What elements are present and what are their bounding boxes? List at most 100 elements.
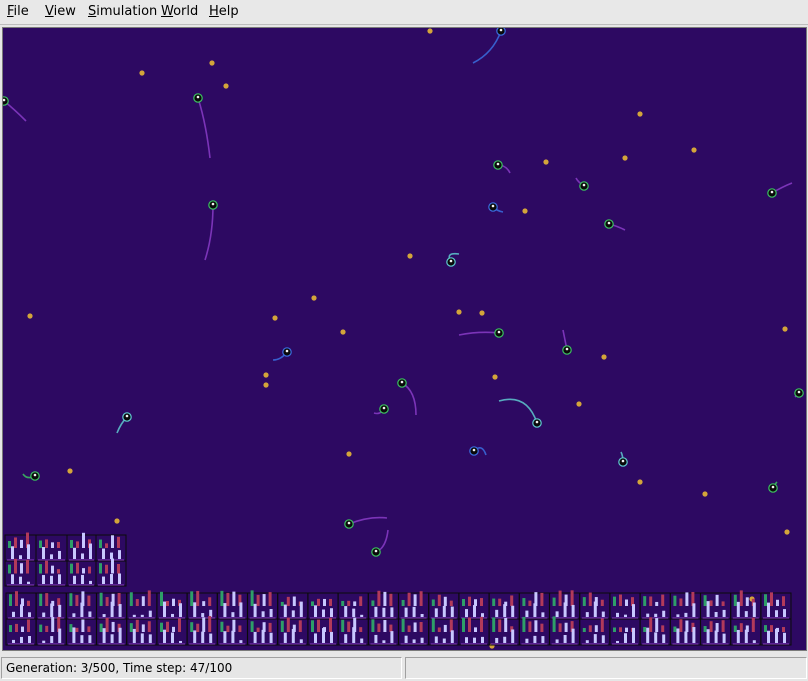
panel-bar [360, 638, 364, 643]
menu-file-label: ile [13, 4, 29, 19]
panel-bar [676, 614, 680, 617]
agent-trail [197, 97, 211, 159]
panel-bar [299, 601, 303, 617]
panel-bar [571, 604, 575, 617]
panel-bar [147, 621, 151, 632]
panel-bar [359, 596, 363, 606]
panel-bar [492, 598, 496, 606]
menu-file[interactable]: File [7, 4, 29, 20]
panel-bar [437, 627, 441, 632]
status-text: Generation: 3/500, Time step: 47/100 [6, 661, 233, 675]
food-pellet [346, 451, 352, 457]
menu-simulation[interactable]: Simulation [88, 4, 157, 20]
panel-bar [28, 635, 31, 643]
panel-bar [163, 629, 166, 643]
panel-bar [253, 631, 257, 643]
panel-bar [87, 595, 91, 606]
panel-bar [462, 617, 465, 632]
panel-bar [19, 555, 22, 559]
agent-eye [33, 473, 37, 477]
agent-eye [491, 204, 495, 208]
panel-bar [99, 539, 102, 548]
panel-bar [498, 619, 502, 632]
panel-bar [105, 617, 109, 632]
panel-bar [616, 640, 619, 643]
panel-bar [522, 598, 526, 606]
brain-panel [156, 618, 188, 646]
panel-bar [80, 635, 84, 643]
panel-bar [655, 618, 659, 632]
panel-bar [555, 611, 559, 617]
panel-bar [102, 576, 105, 584]
panel-bar [419, 621, 423, 632]
brain-panel [549, 590, 581, 620]
menu-view[interactable]: View [45, 4, 76, 20]
panel-bar [42, 575, 45, 584]
panel-bar [767, 630, 770, 643]
menu-world-mnemonic: W [161, 4, 174, 19]
panel-bar [45, 539, 48, 548]
menu-help[interactable]: Help [209, 4, 239, 20]
panel-bar [714, 630, 718, 643]
panel-bar [733, 625, 737, 632]
panel-bar [571, 628, 575, 643]
panel-bar [473, 605, 476, 617]
agent-eye [771, 485, 775, 489]
brain-panel [398, 618, 430, 646]
panel-bar [649, 596, 653, 606]
panel-bar [166, 600, 169, 606]
agent-eye [400, 380, 404, 384]
panel-bar [706, 601, 710, 617]
brain-panel [730, 617, 762, 646]
panel-bar [110, 552, 113, 559]
panel-bar [269, 632, 273, 643]
panel-bar [141, 624, 145, 632]
food-pellet [139, 70, 145, 76]
panel-bar [649, 617, 653, 632]
panel-bar [449, 600, 453, 606]
panel-bar [238, 625, 242, 632]
panel-bar [347, 600, 351, 606]
panel-bar [239, 640, 243, 643]
panel-bar [58, 574, 61, 584]
panel-bar [135, 619, 139, 632]
brain-panel [337, 617, 369, 646]
panel-bar [770, 625, 773, 632]
brain-panel [609, 592, 641, 620]
brain-panel [277, 592, 309, 620]
panel-bar [45, 625, 49, 632]
brain-panel [35, 534, 68, 562]
panel-bar [50, 603, 54, 617]
simulation-canvas[interactable] [2, 27, 807, 651]
panel-bar [570, 590, 574, 606]
panel-bar [147, 590, 151, 606]
panel-bar [625, 627, 628, 632]
panel-bar [39, 624, 43, 632]
brain-panel [700, 618, 732, 646]
panel-bar [360, 614, 364, 617]
panel-bar [99, 563, 102, 574]
brain-panel [156, 591, 188, 620]
panel-bar [291, 628, 295, 643]
panel-bar [20, 563, 23, 574]
panel-bar [643, 596, 647, 606]
food-pellet [622, 155, 628, 161]
panel-bar [377, 623, 381, 632]
panel-bar [253, 603, 257, 617]
panel-bar [88, 635, 92, 643]
panel-bar [745, 597, 749, 606]
menu-world[interactable]: World [161, 4, 198, 20]
panel-bar [465, 609, 468, 617]
menu-simulation-label: imulation [96, 4, 158, 19]
panel-bar [662, 610, 666, 617]
panel-bar [118, 550, 121, 559]
panel-bar [344, 634, 348, 643]
panel-bar [314, 633, 317, 643]
panel-bar [202, 617, 206, 632]
panel-bar [160, 622, 163, 632]
brain-panel [579, 618, 611, 646]
panel-bar [661, 625, 665, 632]
agent-trails [3, 30, 800, 553]
food-pellet [702, 491, 708, 497]
panel-bar [178, 618, 181, 632]
